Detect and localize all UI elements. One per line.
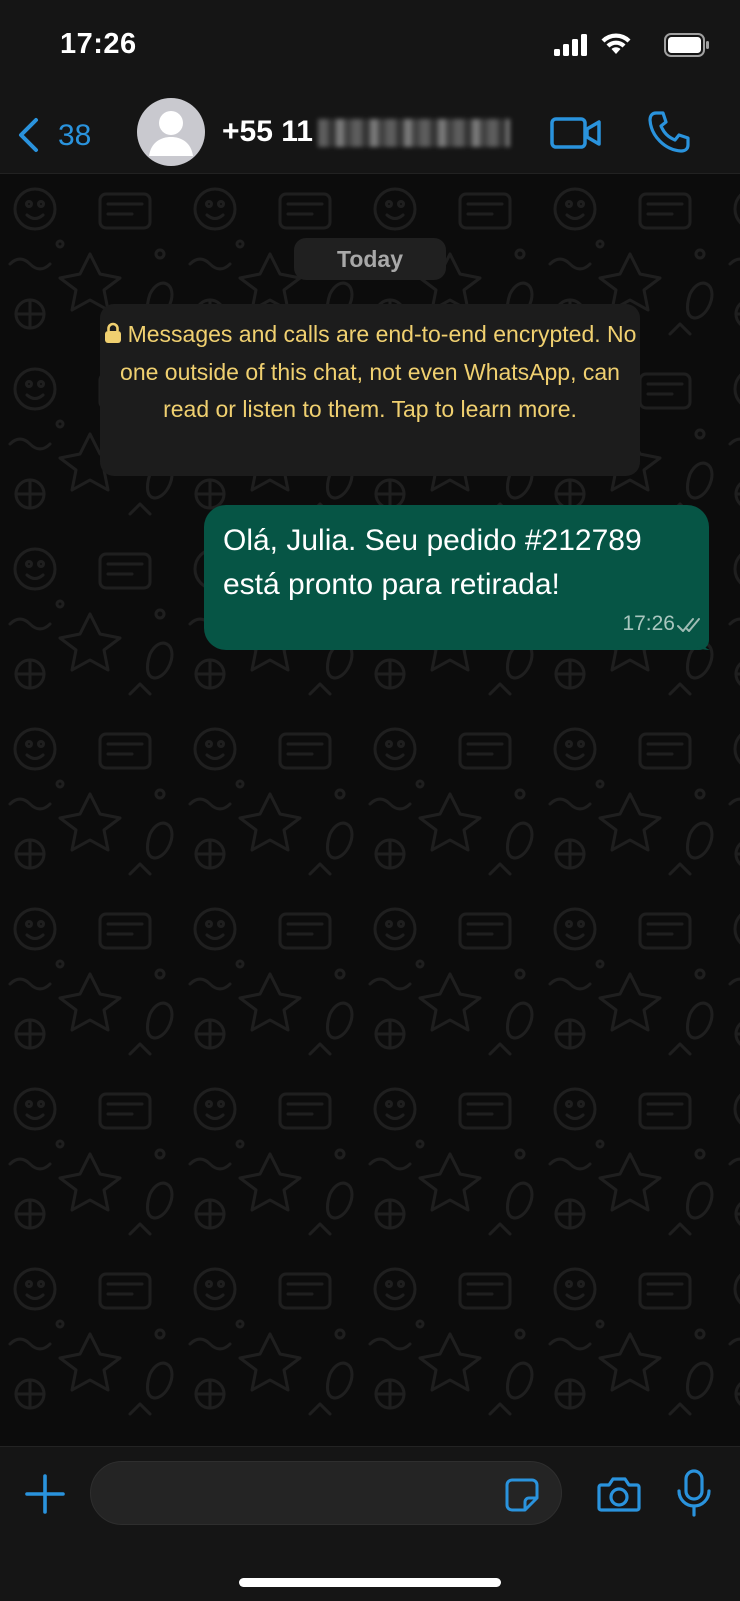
input-bar	[0, 1446, 740, 1601]
obscured-phone-number	[318, 119, 510, 147]
lock-icon	[104, 322, 121, 343]
message-text: Olá, Julia. Seu pedido #212789 está pron…	[223, 524, 642, 601]
wifi-icon	[601, 33, 631, 54]
microphone-icon	[677, 1469, 711, 1517]
signal-icon	[554, 34, 587, 56]
encryption-notice[interactable]: Messages and calls are end-to-end encryp…	[100, 304, 640, 476]
encryption-notice-text: Messages and calls are end-to-end encryp…	[120, 321, 637, 422]
unread-count: 38	[58, 119, 92, 152]
contact-name[interactable]: +55 11	[222, 115, 313, 149]
chevron-left-icon	[19, 118, 38, 152]
home-indicator	[239, 1578, 501, 1587]
status-bar: 17:26	[0, 0, 740, 95]
status-time: 17:26	[60, 28, 137, 60]
avatar-icon	[149, 111, 193, 156]
attach-button[interactable]	[24, 1473, 66, 1515]
plus-icon	[25, 1474, 65, 1514]
avatar[interactable]	[137, 98, 205, 166]
date-chip: Today	[294, 238, 446, 280]
sticker-button[interactable]	[504, 1477, 540, 1513]
camera-button[interactable]	[597, 1474, 641, 1514]
message-input[interactable]	[90, 1461, 562, 1525]
video-call-button[interactable]	[550, 113, 602, 153]
voice-call-button[interactable]	[646, 109, 692, 155]
camera-icon	[597, 1477, 641, 1512]
message-bubble-outgoing[interactable]: Olá, Julia. Seu pedido #212789 está pron…	[204, 505, 709, 650]
back-button[interactable]: 38	[14, 109, 104, 159]
chat-area[interactable]: Today Messages and calls are end-to-end …	[0, 174, 740, 1446]
battery-icon	[664, 33, 709, 57]
message-time: 17:26	[622, 612, 675, 635]
microphone-button[interactable]	[676, 1469, 712, 1519]
video-call-icon	[550, 117, 601, 149]
bubble-tail	[696, 629, 710, 650]
chat-header: 38 +55 11	[0, 95, 740, 174]
sticker-icon	[505, 1478, 539, 1512]
phone-icon	[648, 111, 690, 153]
